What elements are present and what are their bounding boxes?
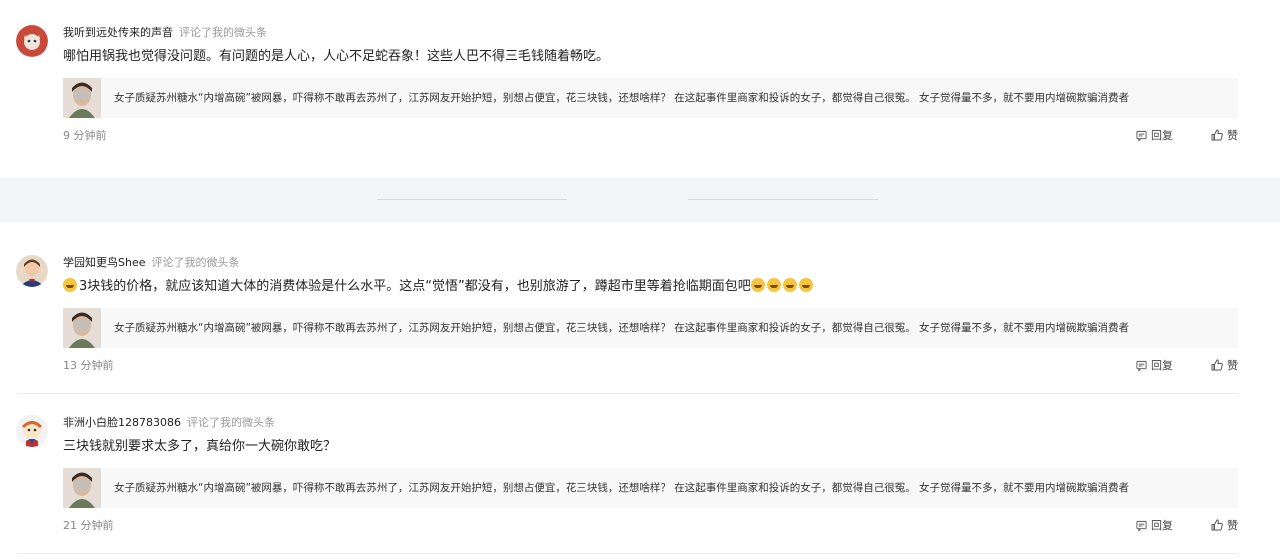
notification-item: 我听到远处传来的声音 评论了我的微头条 哪怕用锅我也觉得没问题。有问题的是人心，人… bbox=[0, 0, 1280, 178]
comment-text: 三块钱就别要求太多了，真给你一大碗你敢吃？ bbox=[63, 439, 337, 454]
article-thumbnail bbox=[63, 78, 101, 118]
like-label: 赞 bbox=[1227, 359, 1238, 372]
user-avatar[interactable] bbox=[16, 25, 48, 57]
emoji-icon bbox=[782, 278, 797, 292]
notification-header: 非洲小白脸128783086 评论了我的微头条 bbox=[63, 416, 275, 430]
emoji-icon bbox=[798, 278, 813, 292]
like-button[interactable]: 赞 bbox=[1211, 359, 1238, 373]
article-summary: 女子质疑苏州糖水“内增高碗”被网暴，吓得称不敢再去苏州了，江苏网友开始护短，别想… bbox=[114, 482, 1130, 494]
article-thumbnail-icon bbox=[63, 468, 101, 508]
like-label: 赞 bbox=[1227, 129, 1238, 142]
article-thumbnail-icon bbox=[63, 308, 101, 348]
notification-item: 非洲小白脸128783086 评论了我的微头条 三块钱就别要求太多了，真给你一大碗… bbox=[0, 394, 1280, 558]
like-button[interactable]: 赞 bbox=[1211, 519, 1238, 533]
comment-icon bbox=[1136, 130, 1147, 143]
article-thumbnail bbox=[63, 308, 101, 348]
user-avatar[interactable] bbox=[16, 255, 48, 287]
reply-button[interactable]: 回复 bbox=[1136, 129, 1173, 143]
timestamp: 9 分钟前 bbox=[63, 129, 107, 142]
thumbs-up-icon bbox=[1211, 129, 1223, 141]
action-text: 评论了我的微头条 bbox=[179, 26, 267, 39]
thumbs-up-icon bbox=[1211, 519, 1223, 531]
reply-button[interactable]: 回复 bbox=[1136, 359, 1173, 373]
article-thumbnail-icon bbox=[63, 78, 101, 118]
article-card[interactable]: 女子质疑苏州糖水“内增高碗”被网暴，吓得称不敢再去苏州了，江苏网友开始护短，别想… bbox=[63, 78, 1238, 118]
avatar-image-icon bbox=[16, 415, 48, 447]
timestamp: 13 分钟前 bbox=[63, 359, 114, 372]
article-summary: 女子质疑苏州糖水“内增高碗”被网暴，吓得称不敢再去苏州了，江苏网友开始护短，别想… bbox=[114, 92, 1130, 104]
user-name[interactable]: 学园知更鸟Shee bbox=[63, 256, 146, 269]
user-name[interactable]: 我听到远处传来的声音 bbox=[63, 26, 173, 39]
like-label: 赞 bbox=[1227, 519, 1238, 532]
timestamp: 21 分钟前 bbox=[63, 519, 114, 532]
comment-icon bbox=[1136, 520, 1147, 533]
comment-body: 3块钱的价格，就应该知道大体的消费体验是什么水平。这点“觉悟”都没有，也别旅游了… bbox=[79, 279, 751, 294]
notification-item: 学园知更鸟Shee 评论了我的微头条 3块钱的价格，就应该知道大体的消费体验是什么… bbox=[0, 222, 1280, 394]
emoji-icon bbox=[750, 278, 765, 292]
item-divider bbox=[17, 553, 1238, 554]
comment-text: 哪怕用锅我也觉得没问题。有问题的是人心，人心不足蛇吞象！这些人巴不得三毛钱随着畅… bbox=[63, 49, 610, 64]
article-thumbnail bbox=[63, 468, 101, 508]
comment-icon bbox=[1136, 360, 1147, 373]
reply-label: 回复 bbox=[1151, 519, 1173, 532]
action-text: 评论了我的微头条 bbox=[187, 416, 275, 429]
read-messages-divider: 以下为已读消息 bbox=[0, 178, 1280, 222]
emoji-icon bbox=[63, 278, 77, 292]
article-card[interactable]: 女子质疑苏州糖水“内增高碗”被网暴，吓得称不敢再去苏州了，江苏网友开始护短，别想… bbox=[63, 308, 1238, 348]
avatar-image-icon bbox=[16, 255, 48, 287]
user-name[interactable]: 非洲小白脸128783086 bbox=[63, 416, 181, 429]
notification-header: 我听到远处传来的声音 评论了我的微头条 bbox=[63, 26, 267, 40]
emoji-icon bbox=[766, 278, 781, 292]
notification-header: 学园知更鸟Shee 评论了我的微头条 bbox=[63, 256, 240, 270]
divider-label: 以下为已读消息 bbox=[582, 193, 667, 207]
comment-text: 3块钱的价格，就应该知道大体的消费体验是什么水平。这点“觉悟”都没有，也别旅游了… bbox=[63, 278, 815, 296]
avatar-image-icon bbox=[16, 25, 48, 57]
article-card[interactable]: 女子质疑苏州糖水“内增高碗”被网暴，吓得称不敢再去苏州了，江苏网友开始护短，别想… bbox=[63, 468, 1238, 508]
like-button[interactable]: 赞 bbox=[1211, 129, 1238, 143]
user-avatar[interactable] bbox=[16, 415, 48, 447]
reply-label: 回复 bbox=[1151, 129, 1173, 142]
divider-line-right bbox=[688, 199, 878, 200]
thumbs-up-icon bbox=[1211, 359, 1223, 371]
action-text: 评论了我的微头条 bbox=[151, 256, 240, 269]
divider-line-left bbox=[377, 199, 567, 200]
reply-button[interactable]: 回复 bbox=[1136, 519, 1173, 533]
reply-label: 回复 bbox=[1151, 359, 1173, 372]
article-summary: 女子质疑苏州糖水“内增高碗”被网暴，吓得称不敢再去苏州了，江苏网友开始护短，别想… bbox=[114, 322, 1130, 334]
